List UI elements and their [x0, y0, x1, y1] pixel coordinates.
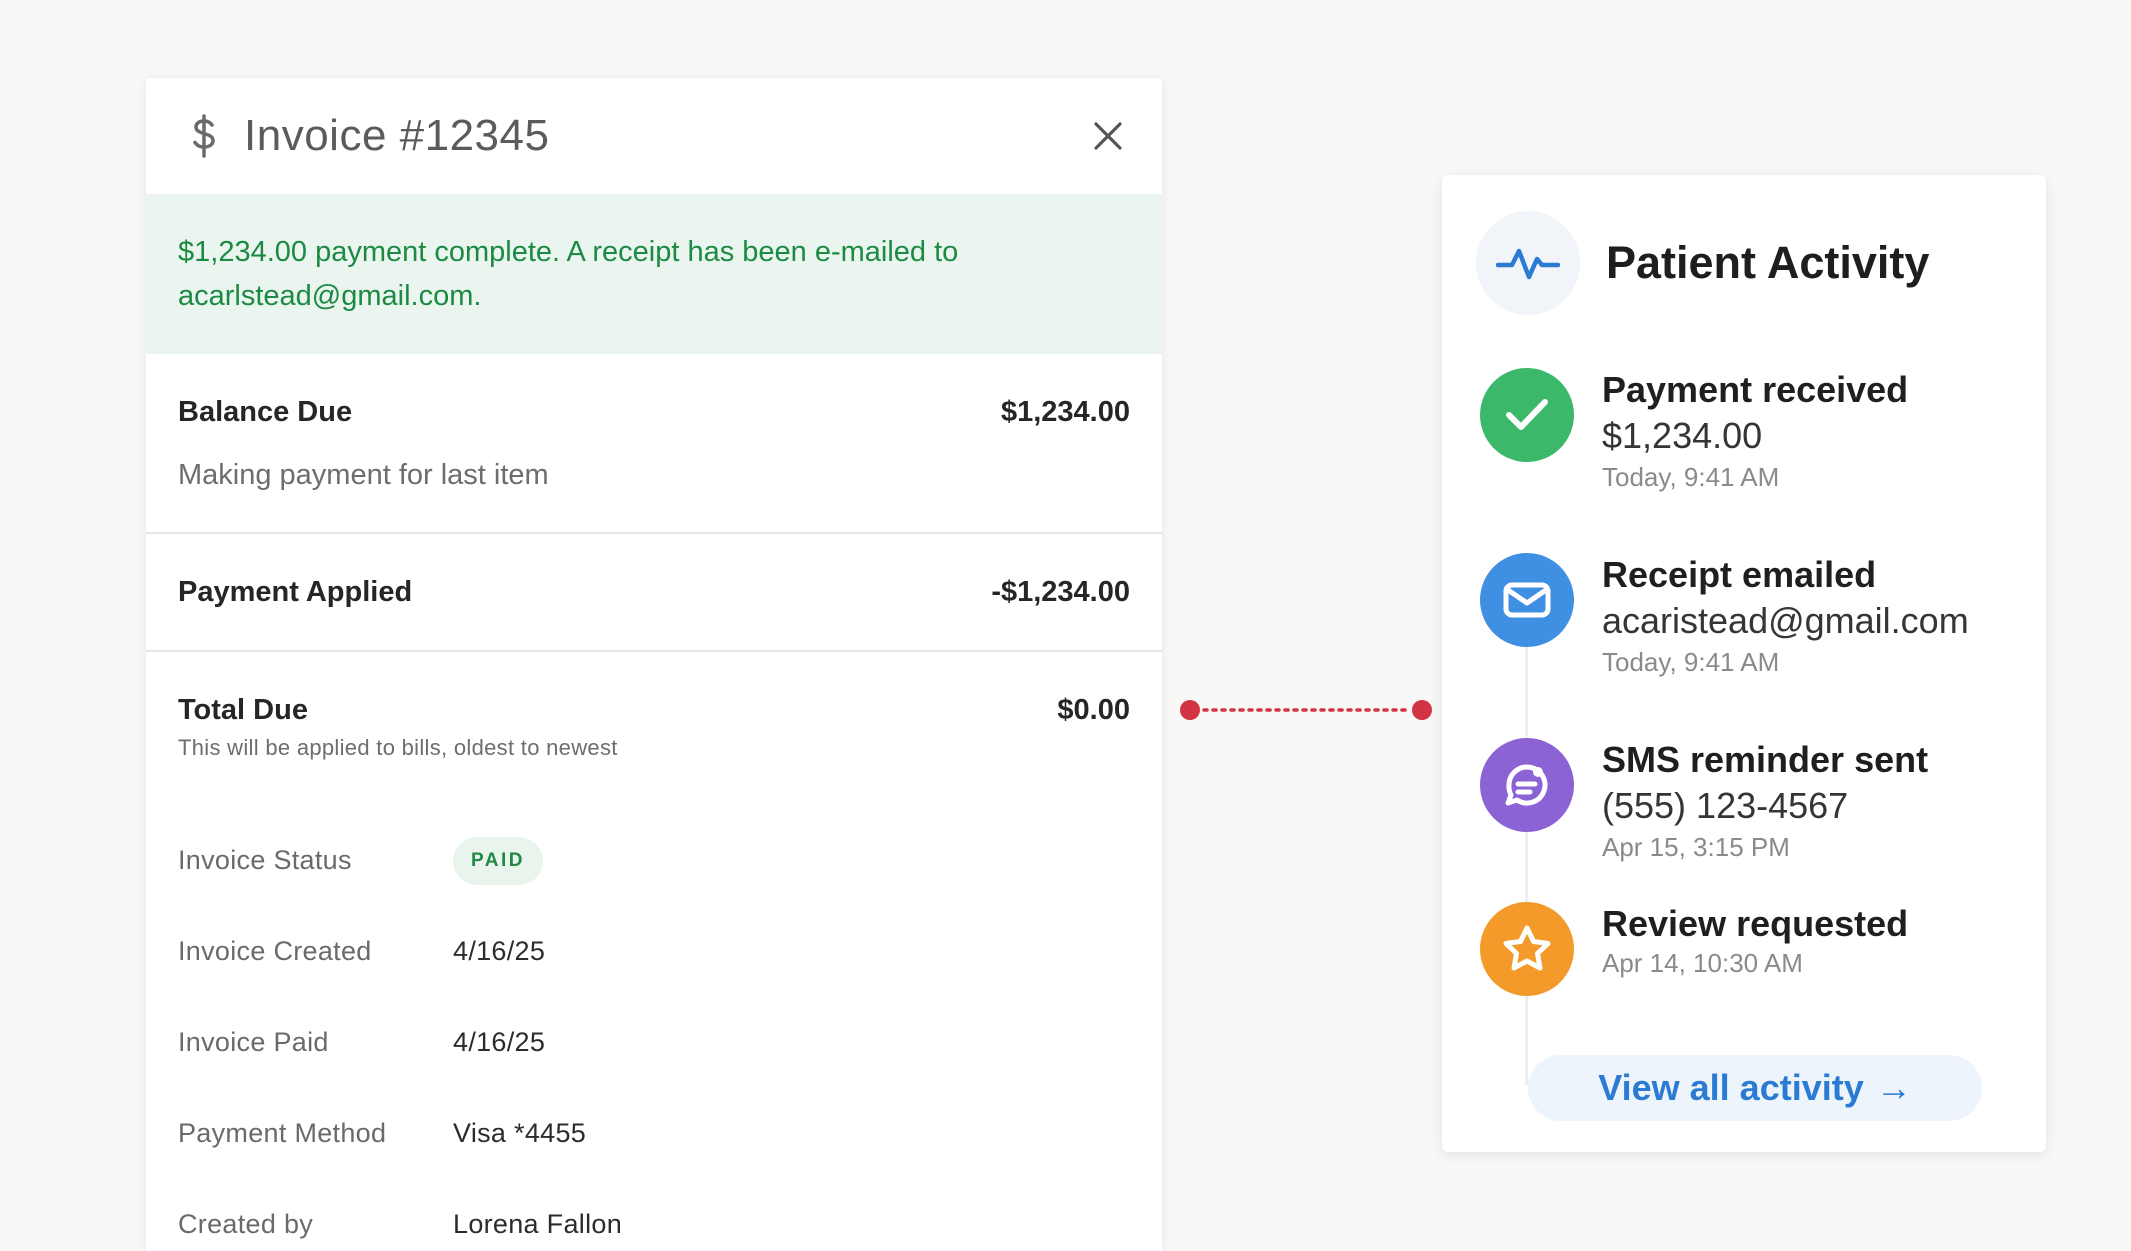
- payment-applied-amount: -$1,234.00: [991, 575, 1130, 608]
- event-time: Today, 9:41 AM: [1602, 462, 1780, 492]
- payment-applied-row: Payment Applied -$1,234.00: [146, 534, 1162, 652]
- invoice-header: Invoice #12345: [146, 78, 1162, 194]
- invoice-status-row: Invoice Status PAID: [178, 815, 1130, 906]
- arrow-right-icon: →: [1875, 1067, 1912, 1108]
- event-title: Payment received: [1602, 369, 1909, 410]
- dollar-icon: [184, 114, 224, 158]
- invoice-paid-row: Invoice Paid 4/16/25: [178, 997, 1130, 1088]
- pulse-icon: [1476, 211, 1580, 315]
- invoice-details: Invoice Status PAID Invoice Created 4/16…: [146, 815, 1162, 1251]
- mail-icon: [1480, 553, 1574, 647]
- close-icon[interactable]: [1086, 114, 1130, 158]
- connector-dot-start: [1180, 700, 1200, 720]
- total-due-amount: $0.00: [1057, 694, 1130, 726]
- detail-label: Invoice Paid: [178, 1027, 329, 1057]
- check-icon: [1480, 368, 1574, 462]
- detail-label: Payment Method: [178, 1118, 387, 1148]
- detail-value: Lorena Fallon: [453, 1209, 623, 1239]
- patient-activity-card: Patient Activity Payment received $1,234…: [1442, 175, 2046, 1152]
- invoice-title: Invoice #12345: [244, 111, 550, 160]
- view-all-activity-button[interactable]: View all activity →: [1528, 1055, 1982, 1121]
- total-due-label: Total Due: [178, 694, 308, 726]
- chat-icon: [1480, 738, 1574, 832]
- activity-event-receipt: Receipt emailed acaristead@gmail.com Tod…: [1480, 553, 1969, 679]
- created-by-row: Created by Lorena Fallon: [178, 1179, 1130, 1251]
- event-time: Apr 14, 10:30 AM: [1602, 948, 1803, 978]
- balance-due-row: Balance Due $1,234.00 Making payment for…: [146, 354, 1162, 534]
- activity-title: Patient Activity: [1606, 237, 1930, 288]
- invoice-created-row: Invoice Created 4/16/25: [178, 906, 1130, 997]
- balance-due-amount: $1,234.00: [1000, 396, 1130, 428]
- detail-value: 4/16/25: [453, 1027, 546, 1057]
- event-time: Apr 15, 3:15 PM: [1602, 832, 1790, 862]
- view-all-label: View all activity: [1598, 1067, 1864, 1108]
- detail-value: Visa *4455: [453, 1118, 587, 1148]
- detail-label: Created by: [178, 1209, 314, 1239]
- detail-value: 4/16/25: [453, 936, 546, 966]
- detail-label: Invoice Status: [178, 845, 352, 875]
- activity-event-sms: SMS reminder sent (555) 123-4567 Apr 15,…: [1480, 738, 1928, 864]
- payment-success-banner: $1,234.00 payment complete. A receipt ha…: [146, 194, 1162, 354]
- payment-applied-label: Payment Applied: [178, 575, 413, 608]
- connector-dot-end: [1412, 700, 1432, 720]
- event-detail: (555) 123-4567: [1602, 785, 1849, 826]
- activity-event-payment: Payment received $1,234.00 Today, 9:41 A…: [1480, 368, 1908, 494]
- payment-method-row: Payment Method Visa *4455: [178, 1088, 1130, 1179]
- star-icon: [1480, 902, 1574, 996]
- event-title: Receipt emailed: [1602, 554, 1877, 595]
- balance-due-label: Balance Due: [178, 396, 353, 428]
- event-title: SMS reminder sent: [1602, 739, 1929, 780]
- event-title: Review requested: [1602, 903, 1909, 944]
- event-detail: acaristead@gmail.com: [1602, 600, 1969, 641]
- activity-header: Patient Activity: [1476, 211, 1929, 315]
- balance-due-note: Making payment for last item: [178, 459, 549, 491]
- event-time: Today, 9:41 AM: [1602, 647, 1780, 677]
- total-due-note: This will be applied to bills, oldest to…: [178, 735, 618, 760]
- total-due-row: Total Due $0.00 This will be applied to …: [146, 652, 1162, 761]
- event-detail: $1,234.00: [1602, 415, 1763, 456]
- status-badge: PAID: [453, 836, 543, 885]
- activity-event-review: Review requested Apr 14, 10:30 AM: [1480, 902, 1908, 996]
- detail-label: Invoice Created: [178, 936, 372, 966]
- connector-line: [1180, 700, 1432, 720]
- invoice-panel: Invoice #12345 $1,234.00 payment complet…: [146, 78, 1162, 1251]
